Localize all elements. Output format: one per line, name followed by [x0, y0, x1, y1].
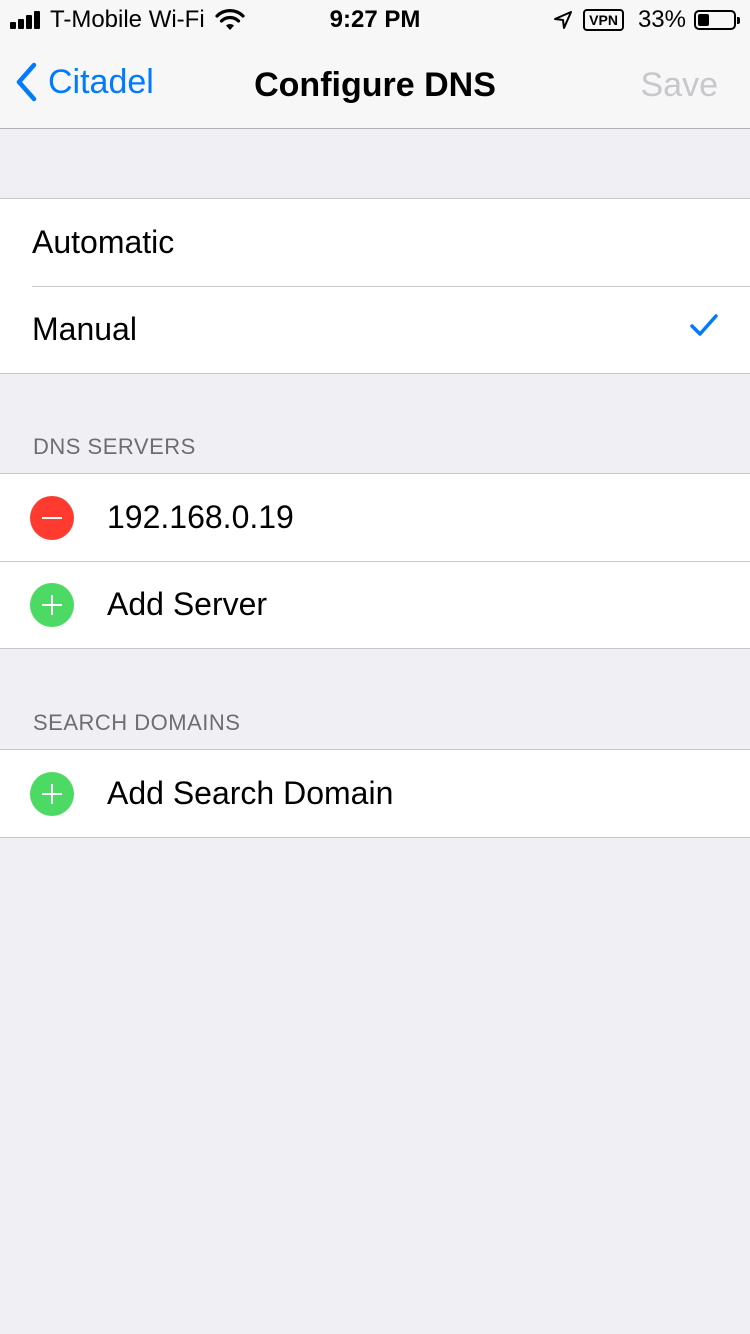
- mode-option-label: Manual: [32, 311, 137, 347]
- plus-icon-vertical: [51, 783, 53, 804]
- add-server-row[interactable]: Add Server: [0, 561, 750, 648]
- mode-option-automatic[interactable]: Automatic: [0, 199, 750, 286]
- page-title: Configure DNS: [254, 66, 496, 104]
- add-server-label: Add Server: [107, 586, 268, 622]
- search-domains-header: SEARCH DOMAINS: [33, 710, 241, 735]
- mode-option-label: Automatic: [32, 224, 175, 260]
- dns-mode-group: Automatic Manual: [0, 198, 750, 374]
- checkmark-icon: [690, 314, 718, 336]
- dns-server-row[interactable]: 192.168.0.19: [0, 474, 750, 561]
- battery-fill: [698, 14, 710, 26]
- mode-option-manual[interactable]: Manual: [0, 286, 750, 373]
- add-search-domain-row[interactable]: Add Search Domain: [0, 750, 750, 837]
- battery-percent: 33%: [637, 6, 686, 33]
- plus-icon-vertical: [51, 594, 53, 615]
- dns-server-address: 192.168.0.19: [107, 499, 294, 535]
- save-button[interactable]: Save: [641, 66, 719, 105]
- delete-server-button[interactable]: [30, 495, 74, 540]
- location-arrow-icon: [554, 11, 573, 29]
- battery-icon: [694, 10, 740, 30]
- status-right: VPN 33%: [553, 6, 740, 34]
- minus-icon: [42, 516, 62, 519]
- add-server-button[interactable]: [30, 582, 74, 627]
- status-bar: T-Mobile Wi-Fi 9:27 PM VPN 33%: [0, 0, 750, 40]
- search-domains-group: Add Search Domain: [0, 749, 750, 838]
- dns-servers-group: 192.168.0.19 Add Server: [0, 473, 750, 649]
- dns-servers-header: DNS SERVERS: [33, 434, 196, 459]
- add-search-domain-button[interactable]: [30, 771, 74, 816]
- navigation-bar: Citadel Configure DNS Save: [0, 40, 750, 129]
- add-search-domain-label: Add Search Domain: [107, 775, 394, 811]
- vpn-badge: VPN: [583, 9, 624, 31]
